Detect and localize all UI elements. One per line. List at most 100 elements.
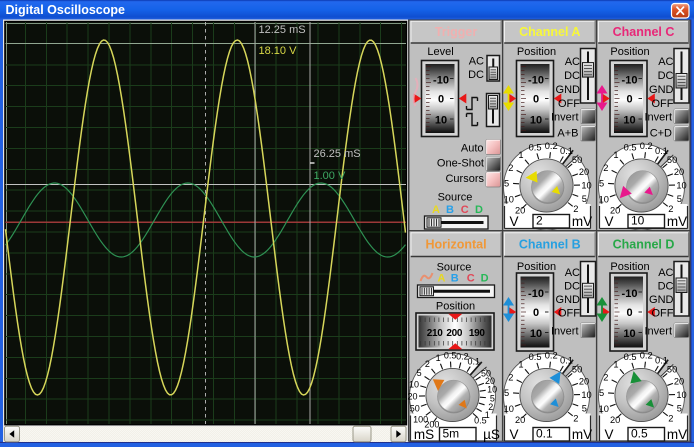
svg-text:Digital Oscilloscope: Digital Oscilloscope — [6, 3, 126, 17]
svg-text:DC: DC — [564, 280, 580, 292]
svg-text:0.5: 0.5 — [474, 415, 487, 425]
svg-text:A+B: A+B — [557, 127, 578, 139]
svg-text:DC: DC — [658, 70, 674, 82]
svg-text:2: 2 — [668, 204, 673, 214]
svg-text:10: 10 — [623, 114, 635, 126]
svg-text:10: 10 — [581, 180, 591, 190]
svg-text:Channel D: Channel D — [613, 238, 675, 252]
svg-text:50: 50 — [410, 404, 420, 414]
svg-text:5: 5 — [599, 178, 604, 188]
svg-text:D: D — [481, 273, 489, 285]
svg-text:2: 2 — [508, 163, 513, 173]
svg-text:10: 10 — [676, 180, 686, 190]
svg-text:DC: DC — [468, 69, 484, 81]
svg-text:AC: AC — [469, 56, 484, 68]
svg-text:1: 1 — [613, 150, 618, 160]
svg-text:2: 2 — [573, 204, 578, 214]
svg-text:Position: Position — [610, 46, 649, 58]
svg-text:10: 10 — [530, 114, 542, 126]
svg-text:µS: µS — [483, 427, 500, 442]
svg-text:5: 5 — [677, 194, 682, 204]
svg-text:0: 0 — [533, 307, 539, 319]
svg-text:AC: AC — [565, 56, 580, 68]
svg-text:AC: AC — [565, 267, 580, 279]
svg-text:50: 50 — [667, 155, 677, 165]
svg-text:10: 10 — [623, 328, 635, 340]
svg-text:5: 5 — [582, 403, 587, 413]
svg-text:50: 50 — [572, 155, 582, 165]
svg-text:OFF: OFF — [558, 307, 580, 319]
svg-text:2: 2 — [603, 372, 608, 382]
svg-text:Position: Position — [436, 301, 475, 313]
svg-text:D: D — [475, 204, 483, 216]
svg-text:5: 5 — [504, 178, 509, 188]
svg-text:B: B — [446, 204, 454, 216]
svg-text:12.25 mS: 12.25 mS — [259, 24, 306, 36]
svg-text:GND: GND — [649, 294, 674, 306]
svg-text:10: 10 — [676, 390, 686, 400]
svg-text:mV: mV — [667, 427, 687, 442]
svg-text:210: 210 — [427, 328, 444, 339]
svg-text:5: 5 — [417, 368, 422, 378]
svg-text:20: 20 — [515, 415, 525, 425]
svg-text:Channel B: Channel B — [519, 238, 581, 252]
svg-text:10: 10 — [504, 194, 514, 204]
svg-text:C: C — [467, 273, 475, 285]
svg-text:Cursors: Cursors — [445, 173, 484, 185]
svg-text:0: 0 — [438, 94, 444, 106]
svg-text:-10: -10 — [622, 74, 638, 86]
svg-text:-10: -10 — [433, 74, 449, 86]
svg-text:0.2: 0.2 — [545, 351, 558, 361]
svg-text:C+D: C+D — [650, 127, 672, 139]
svg-text:5: 5 — [582, 194, 587, 204]
svg-text:Position: Position — [517, 261, 556, 273]
svg-text:V: V — [604, 427, 613, 442]
svg-text:26.25 mS: 26.25 mS — [314, 148, 361, 160]
svg-text:18.10 V: 18.10 V — [259, 45, 298, 57]
svg-text:AC: AC — [658, 267, 673, 279]
svg-text:10: 10 — [409, 379, 419, 389]
svg-text:5m: 5m — [443, 427, 460, 441]
svg-text:Position: Position — [610, 261, 649, 273]
svg-text:0.5: 0.5 — [529, 143, 542, 153]
svg-text:0.2: 0.2 — [640, 141, 653, 151]
svg-text:mV: mV — [572, 214, 592, 229]
svg-text:1: 1 — [518, 150, 523, 160]
svg-text:1: 1 — [436, 353, 441, 363]
svg-text:0.5: 0.5 — [624, 143, 637, 153]
svg-text:Invert: Invert — [551, 325, 579, 337]
svg-text:2: 2 — [536, 214, 543, 228]
svg-text:mS: mS — [414, 427, 434, 442]
svg-text:1.00 V: 1.00 V — [314, 170, 346, 182]
svg-text:0: 0 — [626, 94, 632, 106]
svg-text:0.5: 0.5 — [529, 352, 542, 362]
svg-text:20: 20 — [674, 376, 684, 386]
svg-text:Auto: Auto — [461, 143, 484, 155]
svg-text:-10: -10 — [528, 288, 544, 300]
svg-text:20: 20 — [579, 167, 589, 177]
svg-text:Position: Position — [517, 46, 556, 58]
svg-text:20: 20 — [610, 415, 620, 425]
svg-text:0.2: 0.2 — [545, 141, 558, 151]
svg-text:0.1: 0.1 — [536, 427, 553, 441]
svg-text:B: B — [451, 273, 459, 285]
svg-text:DC: DC — [658, 280, 674, 292]
svg-text:GND: GND — [556, 294, 581, 306]
svg-text:10: 10 — [504, 404, 514, 414]
svg-text:OFF: OFF — [652, 307, 674, 319]
svg-text:A: A — [438, 273, 446, 285]
svg-text:OFF: OFF — [652, 98, 674, 110]
svg-text:50: 50 — [667, 365, 677, 375]
svg-text:5: 5 — [599, 388, 604, 398]
svg-text:5: 5 — [677, 403, 682, 413]
svg-text:0: 0 — [626, 307, 632, 319]
svg-text:Channel C: Channel C — [613, 25, 675, 39]
svg-text:200: 200 — [446, 328, 463, 339]
svg-text:20: 20 — [407, 392, 417, 402]
svg-text:mV: mV — [572, 427, 592, 442]
svg-text:OFF: OFF — [558, 98, 580, 110]
svg-text:0: 0 — [533, 94, 539, 106]
svg-text:AC: AC — [658, 56, 673, 68]
svg-text:V: V — [509, 427, 518, 442]
svg-text:One-Shot: One-Shot — [437, 158, 484, 170]
